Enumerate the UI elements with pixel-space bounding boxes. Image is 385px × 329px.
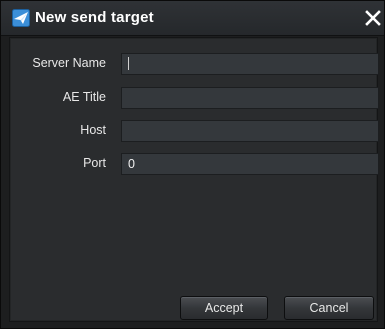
ae-title-field[interactable] [121, 87, 379, 109]
send-target-dialog: New send target Server Name AE Title Hos… [0, 0, 385, 329]
server-name-label: Server Name [32, 56, 106, 70]
host-label: Host [80, 123, 106, 137]
paper-plane-icon [12, 9, 30, 27]
host-field[interactable] [121, 120, 379, 142]
ae-title-label: AE Title [62, 90, 106, 104]
text-caret [128, 57, 129, 71]
accept-button[interactable]: Accept [180, 296, 268, 320]
port-label: Port [83, 156, 106, 170]
form-panel: Server Name AE Title Host Port 0 Accept … [9, 37, 379, 322]
server-name-field[interactable] [121, 53, 379, 75]
title-bar[interactable]: New send target [1, 1, 384, 36]
port-field[interactable]: 0 [121, 153, 379, 175]
port-value: 0 [128, 157, 135, 171]
close-icon[interactable] [364, 9, 382, 27]
cancel-button[interactable]: Cancel [284, 296, 374, 320]
dialog-title: New send target [35, 9, 154, 26]
